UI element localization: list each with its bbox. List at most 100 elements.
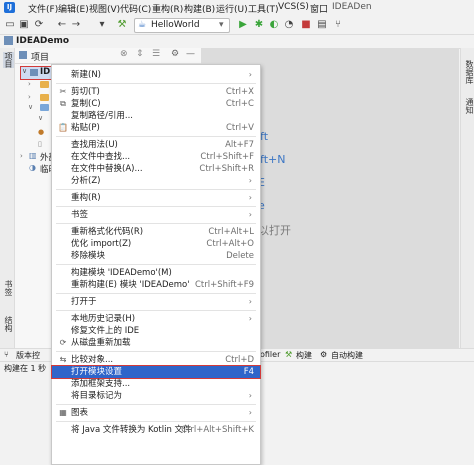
context-menu-item[interactable]: ⧉ 复制(C) Ctrl+C bbox=[52, 98, 260, 110]
chevron-right-icon[interactable]: › bbox=[20, 152, 23, 160]
expand-icon[interactable]: ☰ bbox=[152, 49, 160, 59]
context-menu-item[interactable]: 构建模块 'IDEADemo'(M) bbox=[52, 267, 260, 279]
context-menu-item[interactable]: 打开于 › bbox=[52, 296, 260, 308]
context-menu-item[interactable]: 修复文件上的 IDE bbox=[52, 325, 260, 337]
context-menu-item[interactable]: ✂ 剪切(T) Ctrl+X bbox=[52, 86, 260, 98]
context-menu-item[interactable]: 查找用法(U) Alt+F7 bbox=[52, 139, 260, 151]
context-menu-item[interactable]: 复制路径/引用... bbox=[52, 110, 260, 122]
debug-icon[interactable]: ✱ bbox=[253, 19, 265, 31]
context-menu-item[interactable]: 重构(R) › bbox=[52, 192, 260, 204]
stop-icon[interactable]: ■ bbox=[300, 19, 312, 31]
forward-icon[interactable]: → bbox=[70, 19, 82, 31]
menu-item-icon-slot bbox=[58, 326, 68, 336]
tool-window-bookmarks[interactable]: 书签 bbox=[3, 280, 14, 296]
run-config-label: HelloWorld bbox=[151, 20, 200, 30]
chevron-down-icon[interactable]: ∨ bbox=[38, 114, 43, 122]
close-circle-icon[interactable]: ⊗ bbox=[120, 49, 128, 59]
menu-code[interactable]: 代码(C) bbox=[120, 2, 151, 15]
vcs-icon[interactable]: ⑂ bbox=[332, 19, 344, 31]
main-toolbar: ▭ ▣ ⟳ ← → ▾ ⚒ ☕ HelloWorld ▾ ▶ ✱ ◐ ◔ ■ ▤… bbox=[0, 16, 474, 35]
back-icon[interactable]: ← bbox=[56, 19, 68, 31]
breadcrumb-project[interactable]: IDEADemo bbox=[16, 36, 69, 46]
tool-window-structure[interactable]: 结构 bbox=[3, 316, 14, 332]
menu-item-icon-slot bbox=[58, 140, 68, 150]
context-menu-item[interactable]: 重新构建(E) 模块 'IDEADemo' Ctrl+Shift+F9 bbox=[52, 279, 260, 291]
menu-item-label: 查找用法(U) bbox=[71, 140, 118, 150]
minimize-icon[interactable]: — bbox=[186, 49, 195, 59]
context-menu-item[interactable]: 将 Java 文件转换为 Kotlin 文件 Ctrl+Alt+Shift+K bbox=[52, 424, 260, 436]
menu-item-icon: ⧉ bbox=[60, 99, 66, 108]
context-menu-item[interactable]: ⇆ 比较对象... Ctrl+D bbox=[52, 354, 260, 366]
menu-item-icon: ⇆ bbox=[59, 355, 67, 364]
menu-window[interactable]: 窗口 bbox=[310, 2, 328, 15]
autobuild-icon: ⚙ bbox=[320, 350, 328, 359]
menu-item-icon-slot bbox=[58, 268, 68, 278]
context-menu-item[interactable]: 书签 › bbox=[52, 209, 260, 221]
menu-item-shortcut: F4 bbox=[243, 367, 254, 377]
menu-item-label: 在文件中替换(A)... bbox=[71, 164, 143, 174]
menu-item-icon-slot bbox=[58, 111, 68, 121]
coverage-icon[interactable]: ◐ bbox=[268, 19, 280, 31]
run-icon[interactable]: ▶ bbox=[237, 19, 249, 31]
menu-separator bbox=[56, 421, 256, 422]
context-menu-item[interactable]: 在文件中查找... Ctrl+Shift+F bbox=[52, 151, 260, 163]
context-menu-item[interactable]: 📋 粘贴(P) Ctrl+V bbox=[52, 122, 260, 134]
open-folder-icon[interactable]: ▭ bbox=[4, 19, 16, 31]
save-icon[interactable]: ▣ bbox=[18, 19, 30, 31]
collapse-icon[interactable]: ⇕ bbox=[136, 49, 144, 59]
menu-file[interactable]: 文件(F) bbox=[28, 2, 58, 15]
sync-icon[interactable]: ⟳ bbox=[33, 19, 45, 31]
tool-profiler[interactable]: ofiler bbox=[260, 350, 280, 359]
context-menu-item[interactable]: 分析(Z) › bbox=[52, 175, 260, 187]
context-menu-item[interactable]: 移除模块 Delete bbox=[52, 250, 260, 262]
menu-item-label: 重新构建(E) 模块 'IDEADemo' bbox=[71, 280, 190, 290]
tool-window-notifications[interactable]: 通知 bbox=[464, 98, 474, 114]
menu-item-label: 复制(C) bbox=[71, 99, 101, 109]
context-menu-item[interactable]: 在文件中替换(A)... Ctrl+Shift+R bbox=[52, 163, 260, 175]
tool-autobuild[interactable]: 自动构建 bbox=[331, 350, 363, 361]
menu-tools[interactable]: 工具(T) bbox=[248, 2, 279, 15]
tool-window-database[interactable]: 数据库 bbox=[464, 60, 474, 84]
menu-run[interactable]: 运行(U) bbox=[216, 2, 248, 15]
context-menu-item[interactable]: ⟳ 从磁盘重新加载 bbox=[52, 337, 260, 349]
tool-vcs[interactable]: 版本控 bbox=[16, 350, 40, 361]
menu-separator bbox=[56, 223, 256, 224]
menu-separator bbox=[56, 83, 256, 84]
vcs-branch-icon: ⑂ bbox=[4, 350, 9, 359]
chevron-right-icon: › bbox=[248, 176, 252, 185]
context-menu-item[interactable]: 新建(N) › bbox=[52, 69, 260, 81]
menu-item-label: 书签 bbox=[71, 210, 89, 220]
menu-edit[interactable]: 编辑(E) bbox=[58, 2, 89, 15]
tool-window-project[interactable]: 项目 bbox=[3, 52, 14, 68]
tool-build[interactable]: 构建 bbox=[296, 350, 312, 361]
chevron-down-icon: ∨ bbox=[22, 67, 28, 75]
menu-separator bbox=[56, 310, 256, 311]
chevron-down-icon[interactable]: ∨ bbox=[28, 103, 33, 111]
menu-view[interactable]: 视图(V) bbox=[89, 2, 120, 15]
menu-item-label: 新建(N) bbox=[71, 70, 101, 80]
context-menu-item[interactable]: 打开模块设置 F4 bbox=[51, 365, 261, 379]
gear-icon[interactable]: ⚙ bbox=[171, 49, 179, 59]
menu-build[interactable]: 构建(B) bbox=[184, 2, 215, 15]
menu-item-icon-slot bbox=[58, 314, 68, 324]
profile-icon[interactable]: ◔ bbox=[283, 19, 295, 31]
context-menu-item[interactable]: 优化 import(Z) Ctrl+Alt+O bbox=[52, 238, 260, 250]
chevron-right-icon[interactable]: › bbox=[28, 80, 31, 88]
context-menu-item[interactable]: ▦ 图表 › bbox=[52, 407, 260, 419]
menu-item-label: 重构(R) bbox=[71, 193, 101, 203]
project-panel-title[interactable]: 项目 bbox=[31, 50, 49, 63]
context-menu-item[interactable]: 本地历史记录(H) › bbox=[52, 313, 260, 325]
menu-item-icon: ⟳ bbox=[59, 338, 67, 347]
menu-bar: IJ 文件(F) 编辑(E) 视图(V) 代码(C) 重构(R) 构建(B) 运… bbox=[0, 0, 474, 17]
context-menu-item[interactable]: 重新格式化代码(R) Ctrl+Alt+L bbox=[52, 226, 260, 238]
more-icon[interactable]: ▾ bbox=[96, 19, 108, 31]
menu-refactor[interactable]: 重构(R) bbox=[152, 2, 183, 15]
build-hammer-icon[interactable]: ⚒ bbox=[116, 19, 128, 31]
menu-vcs[interactable]: VCS(S) bbox=[278, 2, 309, 12]
project-structure-icon[interactable]: ▤ bbox=[316, 19, 328, 31]
menu-item-shortcut: Delete bbox=[226, 251, 254, 261]
run-config-dropdown[interactable]: ☕ HelloWorld ▾ bbox=[134, 18, 230, 33]
context-menu-item[interactable]: 将目录标记为 › bbox=[52, 390, 260, 402]
context-menu-item[interactable]: 添加框架支持... bbox=[52, 378, 260, 390]
chevron-right-icon[interactable]: › bbox=[28, 93, 31, 101]
